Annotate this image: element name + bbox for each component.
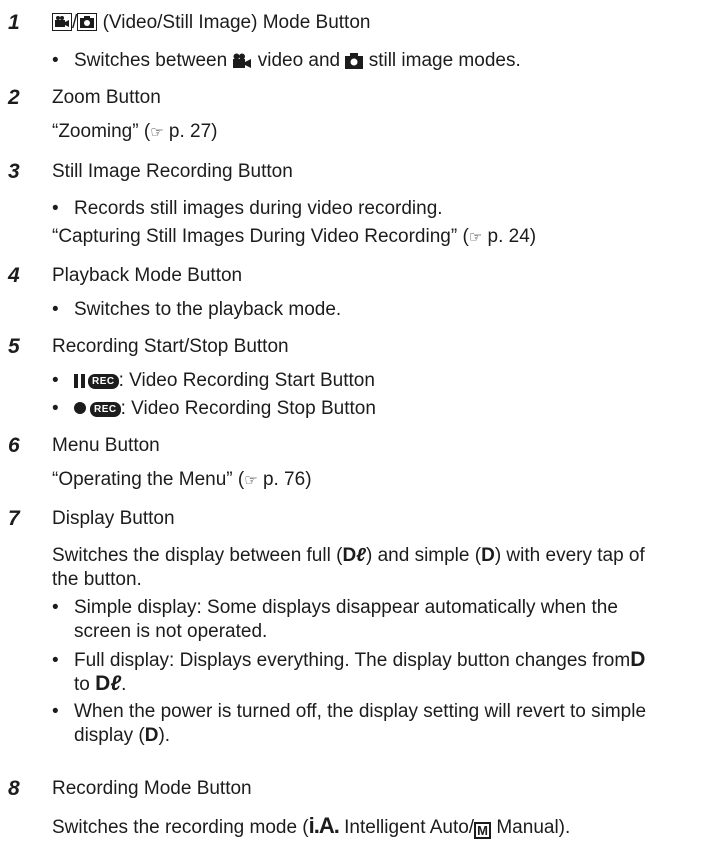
description: Switches the recording mode (i.A. Intell… xyxy=(52,813,571,839)
rec-badge: REC xyxy=(90,402,121,417)
description-cont: the button. xyxy=(52,569,142,590)
intelligent-auto-icon: i.A. xyxy=(308,813,340,838)
item-title: Menu Button xyxy=(52,435,160,456)
manual-mode-icon: M xyxy=(474,822,492,839)
item-number: 4 xyxy=(8,264,20,287)
full-display-icon: Dℓ xyxy=(342,545,366,566)
bullet: • Switches between video and still image … xyxy=(52,50,521,75)
pause-icon xyxy=(74,372,86,394)
manual-page: 1 / (Video/Still Image) Mode Button • Swi… xyxy=(0,0,709,863)
still-image-mode-icon xyxy=(77,13,98,37)
simple-display-icon: D xyxy=(144,725,159,746)
bullet-cont: display (D). xyxy=(74,725,171,746)
item-number: 1 xyxy=(8,11,20,34)
page-reference[interactable]: “Operating the Menu” (☞ p. 76) xyxy=(52,469,312,492)
item-number: 6 xyxy=(8,434,20,457)
item-number: 3 xyxy=(8,160,20,183)
item-title: Still Image Recording Button xyxy=(52,161,293,182)
rec-badge: REC xyxy=(88,374,119,389)
item-number: 8 xyxy=(8,777,20,800)
bullet: • Full display: Displays everything. The … xyxy=(52,648,646,672)
video-mode-icon xyxy=(52,13,72,37)
page-reference[interactable]: “Zooming” (☞ p. 27) xyxy=(52,121,218,144)
item-title: Playback Mode Button xyxy=(52,265,243,286)
bullet: • Simple display: Some displays disappear… xyxy=(52,597,618,618)
item-number: 7 xyxy=(8,507,20,530)
simple-display-icon: D xyxy=(481,545,495,566)
camera-icon xyxy=(345,53,364,75)
pointing-hand-icon: ☞ xyxy=(244,472,258,489)
bullet: • REC: Video Recording Stop Button xyxy=(52,398,376,419)
bullet: • Records still images during video recor… xyxy=(52,198,443,219)
bullet-cont: to Dℓ. xyxy=(74,672,127,696)
pointing-hand-icon: ☞ xyxy=(150,124,164,141)
item-title: Display Button xyxy=(52,508,175,529)
bullet: • When the power is turned off, the displ… xyxy=(52,701,647,722)
item-title: Zoom Button xyxy=(52,87,161,108)
simple-display-icon: D xyxy=(630,648,646,671)
item-title: Recording Start/Stop Button xyxy=(52,336,289,357)
bullet: • Switches to the playback mode. xyxy=(52,299,342,320)
item-title: / (Video/Still Image) Mode Button xyxy=(52,12,370,37)
full-display-icon: Dℓ xyxy=(95,672,122,695)
bullet: • REC: Video Recording Start Button xyxy=(52,370,375,394)
page-reference[interactable]: “Capturing Still Images During Video Rec… xyxy=(52,226,536,249)
pointing-hand-icon: ☞ xyxy=(468,229,483,246)
bullet-cont: screen is not operated. xyxy=(74,621,268,642)
item-number: 2 xyxy=(8,86,20,109)
video-icon xyxy=(232,53,252,75)
item-title: Recording Mode Button xyxy=(52,778,252,799)
item-number: 5 xyxy=(8,335,20,358)
record-dot-icon xyxy=(74,402,86,414)
description: Switches the display between full (Dℓ) a… xyxy=(52,545,645,566)
